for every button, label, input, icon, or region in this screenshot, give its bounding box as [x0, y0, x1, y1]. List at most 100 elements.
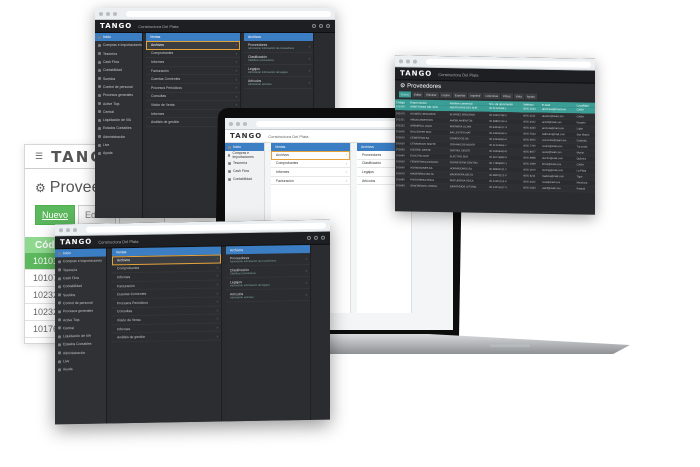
search-icon[interactable]	[312, 24, 316, 28]
sidebar-item-label: Administración	[103, 134, 126, 139]
submenu-item[interactable]: Artículos Administrar artículos	[244, 77, 313, 89]
sidebar-item[interactable]: Contabilidad	[95, 66, 142, 74]
company-name[interactable]: Constructora Del Plata	[138, 24, 178, 29]
menu-item-icon	[58, 359, 61, 363]
submenu-item-description: Administrar información de proveedores	[248, 47, 294, 50]
submenu-item[interactable]: Legajos Administrar información de legajo…	[244, 65, 313, 77]
sidebar-item-label: Estados Contables	[103, 126, 132, 131]
company-name[interactable]: Constructora Del Plata	[98, 238, 138, 244]
menu-item-icon	[98, 110, 101, 114]
sidebar-item[interactable]: Active Tiqs	[95, 99, 142, 107]
sidebar-item[interactable]: Liquidación de IVA	[95, 116, 142, 124]
new-button[interactable]: Nuevo	[35, 205, 76, 225]
user-icon[interactable]	[321, 235, 325, 240]
menu-item-icon	[228, 169, 231, 173]
sidebar-item-label: Ayuda	[63, 367, 73, 372]
submenu-item-description: Clasificar proveedores	[248, 59, 274, 62]
sidebar-item[interactable]: Procesos generales	[95, 91, 142, 99]
menu-item[interactable]: Comprobantes	[146, 50, 240, 59]
sidebar-item-label: Central	[63, 325, 74, 331]
toolbar-button[interactable]: Editar	[412, 91, 424, 98]
sidebar-item[interactable]: Tesorería	[95, 50, 142, 58]
menu-item-icon	[98, 85, 101, 89]
menu-item[interactable]: Análisis de gestión	[112, 331, 221, 343]
table-cell: Paraná	[575, 185, 595, 192]
sidebar-item-label: Control de personal	[63, 300, 93, 306]
sidebar-item[interactable]: Compras e Importaciones	[95, 41, 142, 49]
menu-item[interactable]: Archivos	[271, 151, 350, 160]
sidebar-item[interactable]: Ayuda	[55, 365, 106, 374]
sidebar-item-label: Central	[103, 109, 114, 114]
user-icon[interactable]	[326, 24, 330, 28]
menu-item[interactable]: Cuentas Corrientes	[146, 75, 240, 84]
toolbar-button[interactable]: Exportar	[452, 92, 468, 99]
menu-item-icon	[98, 151, 101, 155]
sidebar-item[interactable]: Control de personal	[95, 83, 142, 91]
menu-item[interactable]: Procesos Periódicos	[146, 84, 240, 93]
sidebar-item-label: Compras e Importaciones	[103, 43, 142, 48]
toolbar-button[interactable]: Eliminar	[424, 91, 439, 99]
sidebar-item-label: Inicio	[103, 35, 111, 40]
sidebar-item[interactable]: Estados Contables	[95, 124, 142, 132]
sidebar-item[interactable]: Cash Flow	[95, 58, 142, 66]
menu-item[interactable]: Facturación	[271, 177, 350, 186]
search-icon[interactable]	[307, 235, 311, 241]
sidebar-item-label: Inicio	[63, 251, 71, 256]
sidebar-item[interactable]: Administración	[95, 133, 142, 141]
address-bar[interactable]	[86, 222, 326, 233]
menu-item-icon	[58, 326, 61, 330]
menu-item-icon	[98, 43, 101, 47]
table-cell: sanit@mail.com	[541, 184, 576, 192]
sidebar-item[interactable]: Inicio	[95, 33, 142, 42]
sidebar-item-label: Procesos generales	[103, 93, 133, 98]
submenu-item[interactable]: Proveedores Administrar información de pr…	[244, 41, 313, 53]
sidebar-item[interactable]: Cash Flow	[225, 167, 264, 175]
help-icon[interactable]	[314, 235, 318, 240]
menu-item-icon	[98, 68, 101, 72]
menu-item-icon	[58, 293, 61, 297]
menu-item-icon	[58, 318, 61, 322]
proveedores-icon: ⚙	[400, 83, 406, 90]
toolbar-button[interactable]: Filtros	[501, 93, 513, 100]
sidebar-item[interactable]: Live	[95, 141, 142, 149]
sidebar-item[interactable]: Central	[95, 108, 142, 116]
column-header: Archivos	[244, 33, 313, 41]
sidebar-item[interactable]: Tesorería	[225, 159, 264, 167]
menu-item[interactable]: Informes	[146, 58, 240, 67]
sidebar-item-label: Compras e Importaciones	[63, 259, 102, 264]
sidebar-item-label: Contabilidad	[63, 284, 82, 289]
toolbar-button[interactable]: Imprimir	[468, 92, 483, 99]
submenu-item-description: Administrar información de proveedores	[230, 259, 276, 264]
company-name[interactable]: Constructora Del Plata	[268, 134, 308, 139]
menu-item-icon	[228, 177, 231, 181]
menu-column-archivos: Archivos Proveedores Administrar informaci…	[226, 244, 311, 422]
submenu-item[interactable]: Clasificación Clasificar proveedores	[244, 53, 313, 65]
menu-item[interactable]: Facturación	[146, 67, 240, 76]
sidebar-item-label: Administración	[63, 350, 86, 355]
toolbar-button[interactable]: Ayuda	[524, 93, 537, 100]
toolbar-button[interactable]: Vista	[513, 93, 524, 100]
toolbar-button[interactable]: Copiar	[439, 92, 452, 99]
sidebar-item[interactable]: Inicio	[225, 143, 264, 151]
sidebar-item[interactable]: Contabilidad	[225, 175, 264, 183]
submenu-item[interactable]: Artículos Administrar artículos	[226, 288, 310, 303]
address-bar[interactable]	[126, 10, 331, 17]
menu-item[interactable]: Comprobantes	[271, 160, 350, 169]
company-name[interactable]: Constructora Del Plata	[438, 72, 478, 78]
toolbar-button[interactable]: Columnas	[483, 92, 501, 100]
menu-item-icon	[98, 77, 101, 81]
menu-item-icon	[58, 285, 61, 289]
help-icon[interactable]	[319, 24, 323, 28]
sidebar-item[interactable]: Sueldos	[95, 74, 142, 82]
table-cell: 30-14151617-5	[488, 183, 523, 191]
menu-item[interactable]: Archivos	[146, 41, 240, 50]
menu-icon[interactable]: ☰	[35, 151, 43, 162]
address-bar[interactable]	[426, 58, 591, 68]
menu-item[interactable]: Informes	[271, 168, 350, 177]
column-header: Ventas	[271, 143, 350, 151]
menu-item[interactable]: Consultas	[146, 93, 240, 102]
toolbar-button[interactable]: Nuevo	[399, 91, 412, 98]
sidebar-item-label: Sueldos	[63, 292, 76, 297]
sidebar-item[interactable]: Compras e Importaciones	[225, 151, 264, 159]
sidebar-item[interactable]: Ayuda	[95, 149, 142, 157]
